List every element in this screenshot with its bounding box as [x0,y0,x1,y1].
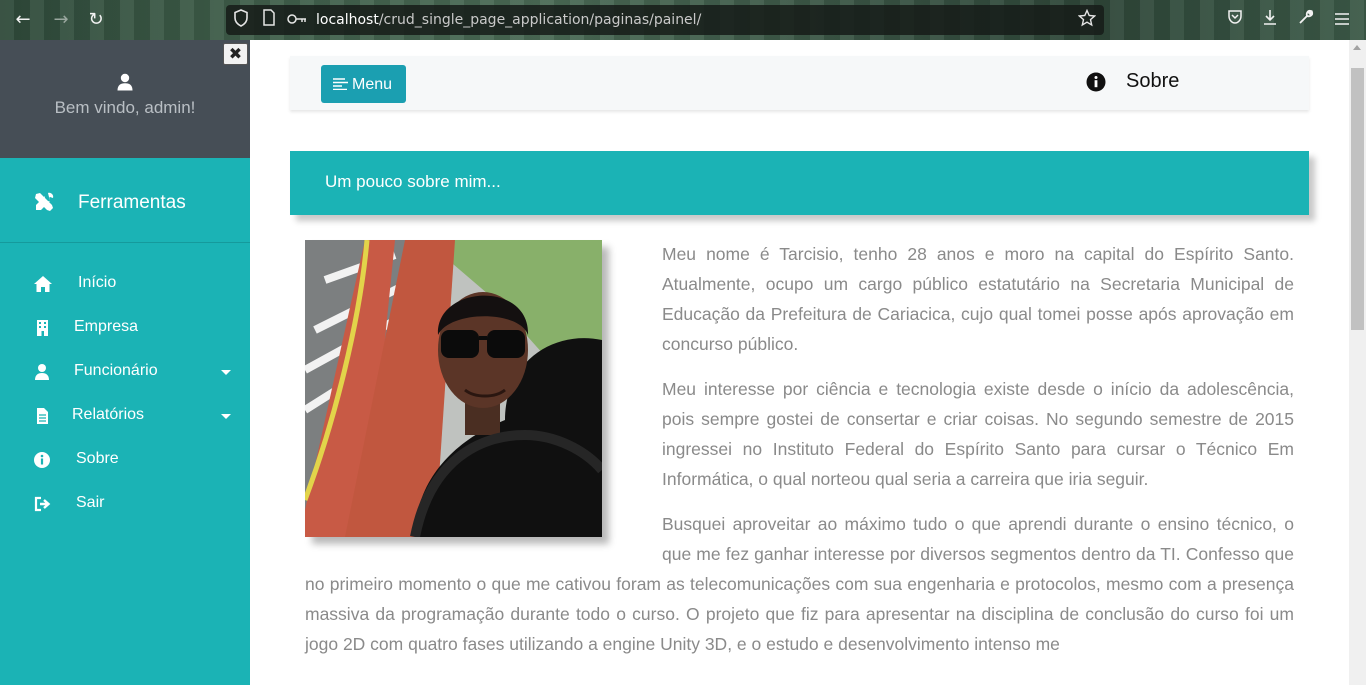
welcome-text: Bem vindo, admin! [54,98,196,117]
sidebar-item-relatorios[interactable]: Relatórios [0,396,250,436]
sidebar-item-label: Relatórios [72,406,145,423]
profile-photo-image [305,240,602,537]
about-label: Sobre [1126,70,1180,92]
wrench-icon[interactable] [1294,8,1318,32]
sidebar-item-empresa[interactable]: Empresa [0,308,250,348]
page-icon [258,9,280,31]
tools-icon [35,192,54,211]
url-text[interactable]: localhost/crud_single_page_application/p… [316,12,701,28]
close-sidebar-button[interactable]: ✖ [223,43,248,65]
pocket-icon[interactable] [1223,8,1247,32]
sign-out-icon [34,496,51,512]
main-content: Menu Sobre Um pouco sobre mim... Meu nom… [250,40,1349,685]
star-icon[interactable] [1076,8,1098,31]
page-scrollbar[interactable] [1349,40,1366,685]
building-icon [37,320,48,336]
shield-icon[interactable] [230,9,252,31]
user-icon [117,73,133,91]
profile-photo [305,240,602,537]
browser-toolbar: ← → ↻ localhost/crud_single_page_applica… [0,0,1366,40]
sidebar-item-inicio[interactable]: Início [0,264,250,304]
download-icon[interactable] [1258,8,1282,32]
hamburger-icon[interactable] [1330,8,1354,32]
info-icon [1086,72,1106,92]
sidebar-item-label: Sobre [76,450,119,467]
user-icon [35,364,49,380]
chevron-down-icon[interactable] [221,414,231,419]
top-navbar: Menu Sobre [290,56,1309,110]
key-icon[interactable] [286,9,308,31]
menu-icon [333,78,348,90]
sidebar-item-funcionario[interactable]: Funcionário [0,352,250,392]
sidebar-item-label: Empresa [74,318,139,335]
about-content: Meu nome é Tarcisio, tenho 28 anos e mor… [305,239,1294,674]
sidebar: Bem vindo, admin! Ferramentas Início Emp… [0,40,250,685]
menu-button[interactable]: Menu [321,65,406,103]
url-path: /crud_single_page_application/paginas/pa… [378,12,702,28]
section-header: Um pouco sobre mim... [290,151,1309,215]
menu-label: Menu [352,76,393,93]
home-icon [34,276,52,292]
scrollbar-thumb[interactable] [1351,68,1364,330]
sidebar-item-label: Início [78,274,117,291]
info-icon [34,452,50,468]
sidebar-item-label: Funcionário [74,362,158,379]
tools-header: Ferramentas [0,158,250,243]
reload-icon[interactable]: ↻ [84,8,108,32]
scroll-up-icon[interactable] [1353,45,1361,50]
forward-icon[interactable]: → [49,8,73,32]
sidebar-item-sobre[interactable]: Sobre [0,440,250,480]
file-icon [37,408,48,424]
sidebar-item-label: Sair [76,494,105,511]
chevron-down-icon[interactable] [221,370,231,375]
address-bar[interactable]: localhost/crud_single_page_application/p… [226,5,1104,35]
back-icon[interactable]: ← [11,8,35,32]
sidebar-item-sair[interactable]: Sair [0,484,250,524]
url-host: localhost [316,12,379,28]
tools-label: Ferramentas [78,192,186,213]
section-title: Um pouco sobre mim... [325,172,501,191]
user-panel: Bem vindo, admin! [0,40,250,158]
